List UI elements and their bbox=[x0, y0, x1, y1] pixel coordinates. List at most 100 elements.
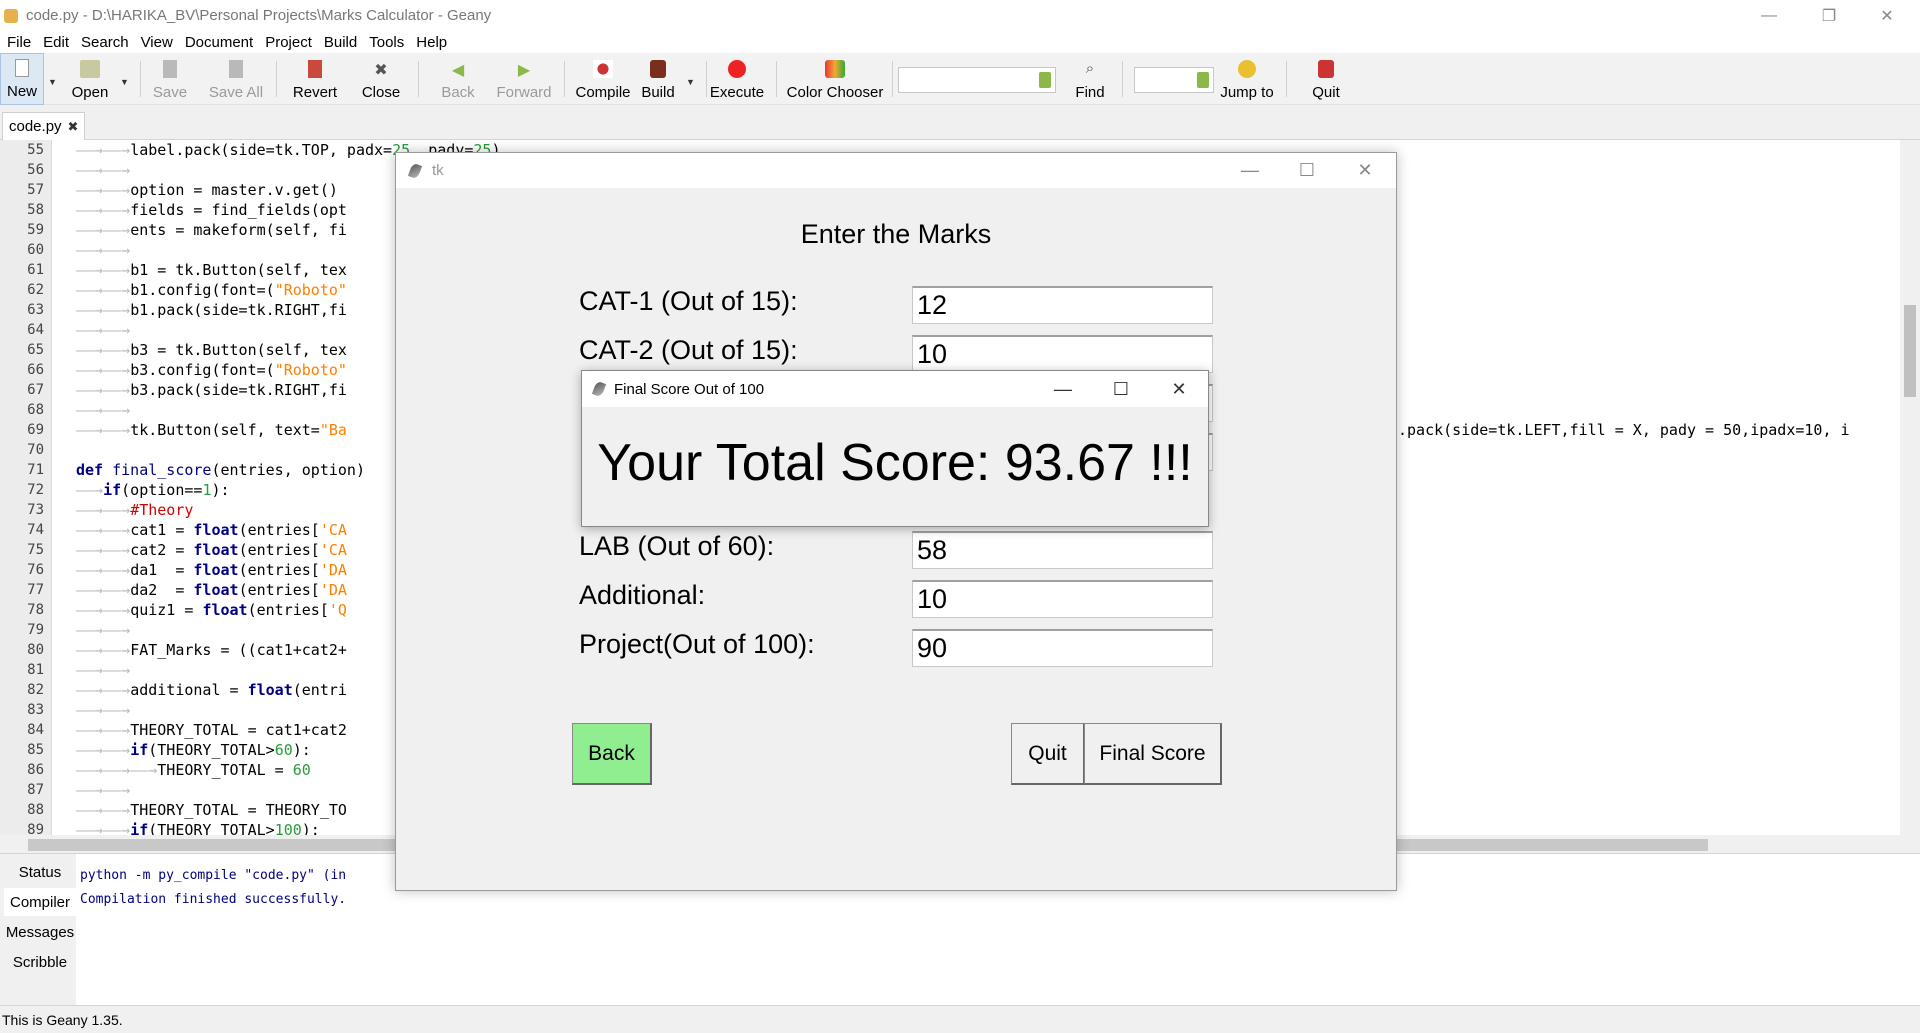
search-input[interactable] bbox=[898, 67, 1056, 93]
tk-minimize-button[interactable]: — bbox=[1222, 153, 1278, 188]
color-chooser-icon bbox=[825, 60, 845, 78]
build-dropdown-icon[interactable]: ▼ bbox=[686, 77, 695, 87]
new-button[interactable]: New bbox=[0, 53, 44, 105]
menu-project[interactable]: Project bbox=[258, 34, 317, 51]
line-number: 67 bbox=[27, 382, 44, 398]
build-button[interactable]: Build bbox=[638, 53, 678, 105]
field-input-cat2[interactable]: 10 bbox=[912, 335, 1213, 373]
find-button[interactable]: ⌕ Find bbox=[1068, 53, 1112, 105]
new-dropdown-icon[interactable]: ▼ bbox=[48, 77, 57, 87]
jump-go-icon[interactable] bbox=[1197, 72, 1209, 88]
restore-button[interactable]: ❐ bbox=[1800, 0, 1858, 31]
toolbar-separator bbox=[564, 61, 565, 97]
line-number: 63 bbox=[27, 302, 44, 318]
window-titlebar: code.py - D:\HARIKA_BV\Personal Projects… bbox=[0, 0, 1920, 31]
execute-button[interactable]: Execute bbox=[709, 53, 765, 105]
execute-label: Execute bbox=[709, 84, 765, 101]
form-heading: Enter the Marks bbox=[800, 219, 992, 249]
code-line: ——→——→additional = float(entri bbox=[76, 681, 347, 699]
editor-vertical-scrollbar[interactable] bbox=[1900, 140, 1920, 835]
find-icon: ⌕ bbox=[1085, 60, 1095, 77]
menu-view[interactable]: View bbox=[134, 34, 178, 51]
code-line: ——→——→b3.config(font=("Roboto" bbox=[76, 361, 347, 379]
save-all-button[interactable]: Save All bbox=[206, 53, 266, 105]
revert-button[interactable]: Revert bbox=[290, 53, 340, 105]
tk-maximize-button[interactable]: ☐ bbox=[1279, 153, 1335, 188]
forward-nav-button[interactable]: ▶ Forward bbox=[494, 53, 554, 105]
field-input-project[interactable]: 90 bbox=[912, 629, 1213, 667]
toolbar-separator bbox=[706, 61, 707, 97]
final-score-button[interactable]: Final Score bbox=[1084, 723, 1222, 785]
open-button[interactable]: Open bbox=[68, 53, 112, 105]
field-input-cat1[interactable]: 12 bbox=[912, 286, 1213, 324]
toolbar-separator bbox=[1122, 61, 1123, 97]
line-number: 86 bbox=[27, 762, 44, 778]
open-dropdown-icon[interactable]: ▼ bbox=[120, 77, 129, 87]
close-file-button[interactable]: ✖ Close bbox=[360, 53, 402, 105]
score-dialog-title: Final Score Out of 100 bbox=[614, 380, 765, 398]
score-close-button[interactable]: ✕ bbox=[1150, 371, 1208, 407]
code-line: ——→——→option = master.v.get() bbox=[76, 181, 338, 199]
back-nav-button[interactable]: ◀ Back bbox=[436, 53, 480, 105]
build-icon bbox=[650, 60, 666, 78]
line-number: 77 bbox=[27, 582, 44, 598]
line-number: 84 bbox=[27, 722, 44, 738]
save-button[interactable]: Save bbox=[150, 53, 190, 105]
menu-bar: File Edit Search View Document Project B… bbox=[0, 31, 1920, 53]
fold-margin bbox=[52, 140, 66, 835]
menu-build[interactable]: Build bbox=[317, 34, 362, 51]
menu-search[interactable]: Search bbox=[74, 34, 134, 51]
line-number: 56 bbox=[27, 162, 44, 178]
line-number: 62 bbox=[27, 282, 44, 298]
color-chooser-button[interactable]: Color Chooser bbox=[784, 53, 886, 105]
close-window-button[interactable]: ✕ bbox=[1858, 0, 1916, 31]
code-line: ——→——→THEORY_TOTAL = THEORY_TO bbox=[76, 801, 347, 819]
field-input-additional[interactable]: 10 bbox=[912, 580, 1213, 618]
field-input-lab[interactable]: 58 bbox=[912, 531, 1213, 569]
code-line: ——→——→fields = find_fields(opt bbox=[76, 201, 347, 219]
line-number: 82 bbox=[27, 682, 44, 698]
revert-label: Revert bbox=[292, 84, 338, 101]
line-number-gutter: 55 56 57 58 59 60 61 62 63 64 65 66 67 68 69 70 71 72 73 74… bbox=[0, 140, 52, 838]
tab-close-icon[interactable]: ✖ bbox=[68, 119, 79, 135]
close-file-icon: ✖ bbox=[374, 62, 388, 79]
menu-edit[interactable]: Edit bbox=[36, 34, 74, 51]
code-line: ——→——→b1.config(font=("Roboto" bbox=[76, 281, 347, 299]
compile-icon bbox=[593, 60, 613, 78]
menu-document[interactable]: Document bbox=[178, 34, 258, 51]
line-number: 73 bbox=[27, 502, 44, 518]
menu-help[interactable]: Help bbox=[409, 34, 452, 51]
code-line: ——→——→quiz1 = float(entries['Q bbox=[76, 601, 347, 619]
tab-label: code.py bbox=[9, 118, 62, 135]
menu-file[interactable]: File bbox=[0, 34, 36, 51]
score-minimize-button[interactable]: — bbox=[1034, 371, 1092, 407]
vertical-scroll-thumb[interactable] bbox=[1904, 305, 1916, 397]
open-label: Open bbox=[71, 84, 109, 101]
quit-app-button[interactable]: Quit bbox=[1308, 53, 1344, 105]
tk-close-button[interactable]: ✕ bbox=[1337, 153, 1393, 188]
tab-scribble[interactable]: Scribble bbox=[4, 948, 76, 976]
search-go-icon[interactable] bbox=[1039, 72, 1051, 88]
color-chooser-label: Color Chooser bbox=[786, 84, 884, 101]
toolbar-separator bbox=[1286, 61, 1287, 97]
minimize-button[interactable]: — bbox=[1740, 0, 1798, 31]
jump-to-button[interactable]: Jump to bbox=[1218, 53, 1276, 105]
compile-button[interactable]: Compile bbox=[574, 53, 632, 105]
tab-messages[interactable]: Messages bbox=[4, 918, 76, 946]
menu-tools[interactable]: Tools bbox=[362, 34, 409, 51]
quit-button[interactable]: Quit bbox=[1011, 723, 1085, 785]
panel-tab-list: Status Compiler Messages Scribble bbox=[0, 854, 76, 1006]
line-number: 60 bbox=[27, 242, 44, 258]
tk-title: tk bbox=[432, 162, 444, 179]
tab-status[interactable]: Status bbox=[4, 858, 76, 886]
back-button[interactable]: Back bbox=[572, 723, 652, 785]
code-line: ——→——→ents = makeform(self, fi bbox=[76, 221, 347, 239]
field-label-cat1: CAT-1 (Out of 15): bbox=[579, 286, 798, 316]
toolbar-separator bbox=[892, 61, 893, 97]
code-line: ——→——→b3.pack(side=tk.RIGHT,fi bbox=[76, 381, 347, 399]
tab-compiler[interactable]: Compiler bbox=[4, 888, 76, 916]
open-folder-icon bbox=[80, 60, 100, 78]
jump-line-input[interactable] bbox=[1134, 67, 1214, 93]
score-maximize-button[interactable]: ☐ bbox=[1092, 371, 1150, 407]
tab-code-py[interactable]: code.py ✖ bbox=[2, 112, 86, 140]
